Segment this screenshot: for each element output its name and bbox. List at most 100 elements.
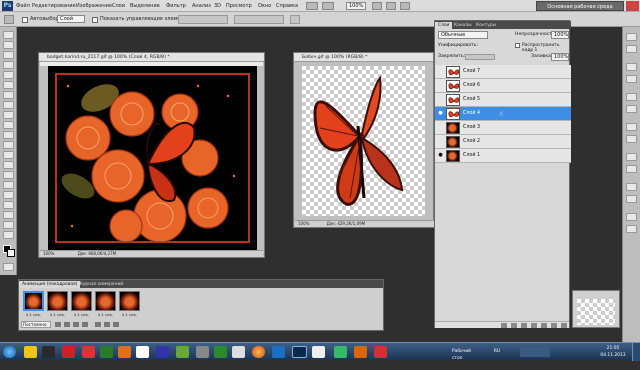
eye-icon[interactable]: ●	[437, 110, 444, 117]
layer-name[interactable]: Слой 2	[463, 138, 480, 146]
photoshop-taskbar-icon[interactable]	[292, 346, 307, 358]
doc2-canvas[interactable]	[302, 66, 425, 216]
first-frame-icon[interactable]	[55, 322, 61, 327]
workspace-button[interactable]: Основная рабочая среда	[536, 1, 624, 11]
animation-frame[interactable]	[47, 291, 68, 311]
menu-layers[interactable]: Слои	[112, 0, 125, 12]
menu-view[interactable]: Просмотр	[226, 0, 252, 12]
layer-name[interactable]: Слой 5	[463, 96, 480, 104]
zoom-icon[interactable]	[386, 2, 396, 10]
layer-visibility-toggle[interactable]	[437, 96, 444, 103]
layer-row[interactable]: Слой 7	[435, 65, 571, 79]
background-color-swatch[interactable]	[7, 249, 15, 257]
history-panel-icon[interactable]	[626, 93, 637, 101]
blend-mode-select[interactable]: Обычные	[438, 31, 488, 39]
delete-layer-icon[interactable]	[561, 323, 567, 328]
lock-icons[interactable]	[465, 54, 495, 60]
layer-name[interactable]: Слой 6	[463, 82, 480, 90]
opacity-input[interactable]: 100%	[551, 31, 569, 39]
desktop-label[interactable]: Рабочий стол	[452, 348, 482, 366]
play-icon[interactable]	[73, 322, 79, 327]
frame-delay[interactable]: 0,1 сек.	[47, 312, 68, 318]
path-select-icon[interactable]	[3, 191, 14, 199]
gradient-tool-icon[interactable]	[3, 141, 14, 149]
layer-style-icon[interactable]	[511, 323, 517, 328]
app9-icon[interactable]	[354, 346, 367, 358]
tween-icon[interactable]	[95, 322, 101, 327]
app8-icon[interactable]	[334, 346, 347, 358]
layer-row-selected[interactable]: ● Слой 4 ☝	[435, 107, 571, 121]
brush-tool-icon[interactable]	[3, 101, 14, 109]
clone-source-icon[interactable]	[626, 165, 637, 173]
info-panel-icon[interactable]	[626, 195, 637, 203]
app4-icon[interactable]	[196, 346, 209, 358]
navigator-panel-icon[interactable]	[626, 183, 637, 191]
propagate-checkbox[interactable]	[515, 43, 520, 48]
mini-bridge-icon[interactable]	[322, 2, 334, 10]
doc1-title[interactable]: bodget.karind.ru_2117.gif @ 100% (Слой 4…	[39, 53, 264, 62]
add-mask-icon[interactable]	[521, 323, 527, 328]
layer-visibility-toggle[interactable]	[437, 138, 444, 145]
new-group-icon[interactable]	[541, 323, 547, 328]
zoom-level-select[interactable]: 100%	[346, 2, 366, 10]
frame-delay[interactable]: 0,1 сек.	[71, 312, 92, 318]
auto-align-icon[interactable]	[290, 15, 300, 24]
app3-icon[interactable]	[176, 346, 189, 358]
layer-row[interactable]: ● Слой 1	[435, 149, 571, 163]
animation-frame-selected[interactable]	[23, 291, 44, 311]
lasso-tool-icon[interactable]	[3, 51, 14, 59]
tab-channels[interactable]: Каналы	[451, 22, 475, 29]
adjustment-layer-icon[interactable]	[531, 323, 537, 328]
firefox-icon[interactable]	[252, 346, 265, 358]
app5-icon[interactable]	[214, 346, 227, 358]
menu-filter[interactable]: Фильтр	[166, 0, 186, 12]
close-window-icon[interactable]	[626, 1, 639, 11]
app10-icon[interactable]	[374, 346, 387, 358]
layer-name[interactable]: Слой 3	[463, 124, 480, 132]
delete-frame-icon[interactable]	[113, 322, 119, 327]
new-layer-icon[interactable]	[551, 323, 557, 328]
blur-tool-icon[interactable]	[3, 151, 14, 159]
pen-tool-icon[interactable]	[3, 171, 14, 179]
duplicate-frame-icon[interactable]	[104, 322, 110, 327]
channels-panel-icon[interactable]	[626, 213, 637, 221]
app7-icon[interactable]	[312, 346, 325, 358]
masks-panel-icon[interactable]	[626, 75, 637, 83]
eyedropper-tool-icon[interactable]	[3, 81, 14, 89]
layer-visibility-toggle[interactable]	[437, 68, 444, 75]
autoselect-select[interactable]: Слой	[57, 15, 85, 23]
media-player-icon[interactable]	[42, 346, 55, 358]
color-panel-icon[interactable]	[626, 33, 637, 41]
layer-row[interactable]: Слой 6	[435, 79, 571, 93]
link-layers-icon[interactable]	[501, 323, 507, 328]
menu-analysis[interactable]: Анализ	[192, 0, 211, 12]
next-frame-icon[interactable]	[82, 322, 88, 327]
layer-visibility-toggle[interactable]	[437, 124, 444, 131]
tab-paths[interactable]: Контуры	[473, 22, 499, 29]
document-window-butterfly[interactable]: Бабоч.gif @ 100% (RGB/8) * 100% Док: 429…	[293, 52, 434, 228]
hand-icon[interactable]	[372, 2, 382, 10]
document-window-roses[interactable]: bodget.karind.ru_2117.gif @ 100% (Слой 4…	[38, 52, 265, 258]
prev-frame-icon[interactable]	[64, 322, 70, 327]
app2-icon[interactable]	[118, 346, 131, 358]
clock-date[interactable]: 04.11.2013	[596, 352, 630, 370]
doc1-canvas[interactable]	[48, 66, 257, 250]
frame-delay[interactable]: 0,1 сек.	[119, 312, 140, 318]
tray-icons[interactable]	[520, 347, 550, 357]
eraser-tool-icon[interactable]	[3, 131, 14, 139]
layer-row[interactable]: Слой 5	[435, 93, 571, 107]
doc2-title[interactable]: Бабоч.gif @ 100% (RGB/8) *	[294, 53, 433, 62]
layer-name[interactable]: Слой 1	[463, 152, 480, 160]
skype-icon[interactable]	[156, 346, 169, 358]
character-panel-icon[interactable]	[626, 123, 637, 131]
layer-name[interactable]: Слой 7	[463, 68, 480, 76]
menu-edit[interactable]: Редактирование	[32, 0, 76, 12]
start-button-icon[interactable]	[3, 346, 16, 358]
quick-mask-icon[interactable]	[3, 263, 14, 271]
menu-image[interactable]: Изображение	[76, 0, 112, 12]
tab-measurement-log[interactable]: Журнал измерений	[75, 281, 126, 288]
menu-help[interactable]: Справка	[276, 0, 298, 12]
animation-frame[interactable]	[119, 291, 140, 311]
dodge-tool-icon[interactable]	[3, 161, 14, 169]
bridge-icon[interactable]	[306, 2, 318, 10]
